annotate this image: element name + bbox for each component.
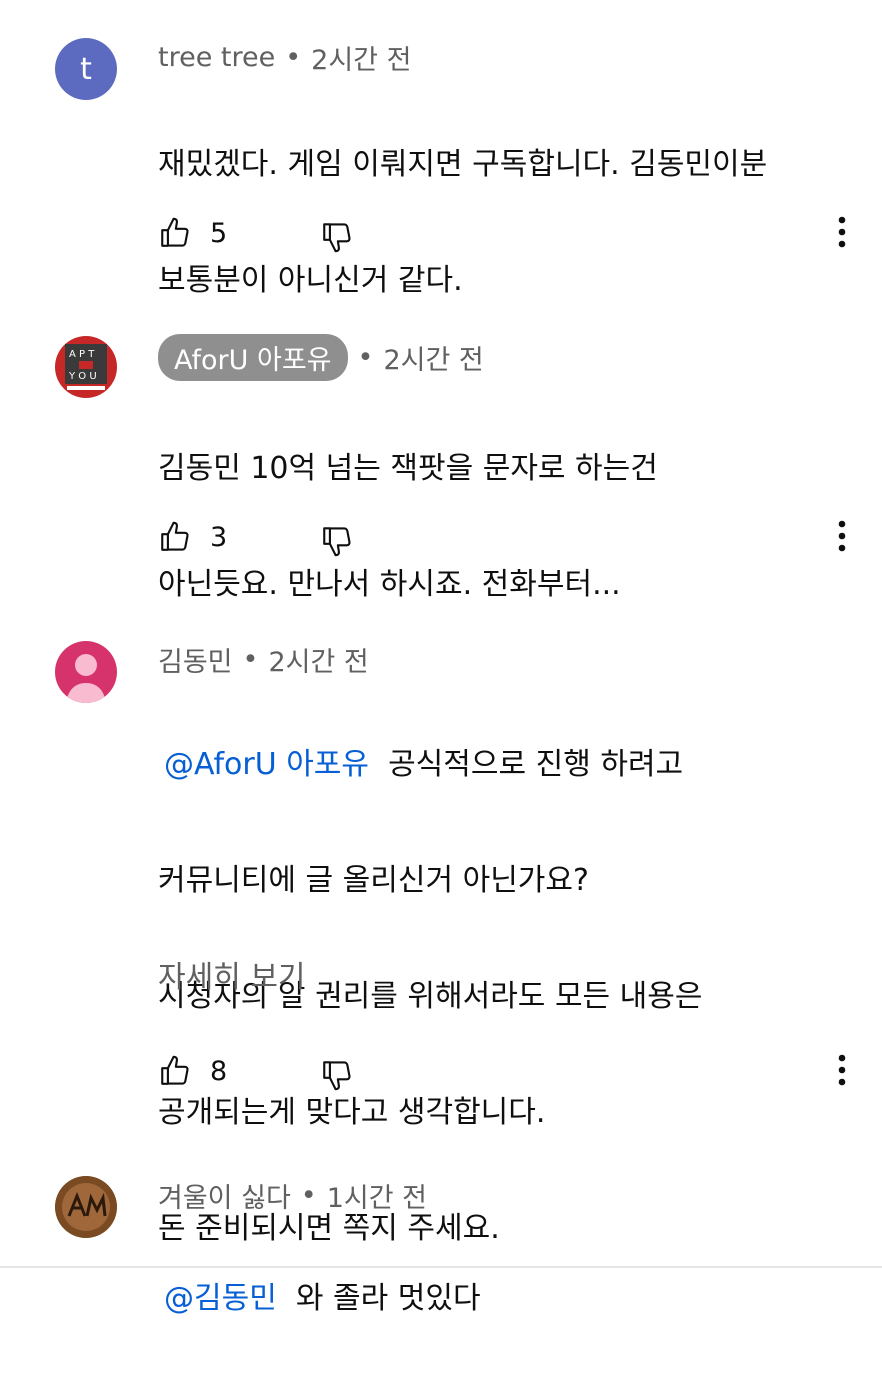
comment-line: 보통분이 아니신거 같다. bbox=[158, 263, 463, 298]
more-options-button[interactable] bbox=[836, 1050, 848, 1090]
thumbs-down-icon bbox=[320, 524, 354, 558]
dislike-button[interactable] bbox=[320, 524, 354, 558]
comment-line: 재밌겠다. 게임 이뤄지면 구독합니다. 김동민이분 bbox=[158, 147, 768, 182]
timestamp[interactable]: 1시간 전 bbox=[327, 1176, 427, 1215]
comment-line-rest: 와 졸라 멋있다 bbox=[276, 1281, 481, 1316]
like-count: 5 bbox=[210, 217, 228, 249]
dislike-button[interactable] bbox=[320, 1058, 354, 1092]
avatar-letter: t bbox=[80, 51, 92, 87]
avatar[interactable] bbox=[55, 641, 117, 703]
thumbs-up-icon bbox=[158, 520, 192, 554]
separator: • bbox=[242, 644, 259, 675]
mention-link[interactable]: @AforU 아포유 bbox=[164, 747, 369, 782]
comment-meta: AforU 아포유 • 2시간 전 bbox=[158, 334, 484, 381]
comment-line: @AforU 아포유 공식적으로 진행 하려고 bbox=[158, 736, 858, 794]
comment-line: 김동민 10억 넘는 잭팟을 문자로 하는건 bbox=[158, 451, 658, 486]
mention-link[interactable]: @김동민 bbox=[164, 1281, 277, 1316]
author-name[interactable]: 겨울이 싫다 bbox=[158, 1176, 291, 1215]
like-button[interactable]: 8 bbox=[158, 1054, 227, 1088]
comment-line: 아닌듯요. 만나서 하시죠. 전화부터... bbox=[158, 567, 621, 602]
timestamp[interactable]: 2시간 전 bbox=[268, 640, 368, 679]
comment-line: @김동민 와 졸라 멋있다 bbox=[158, 1270, 858, 1328]
comment-meta: 김동민 • 2시간 전 bbox=[158, 640, 369, 679]
author-name[interactable]: tree tree bbox=[158, 42, 275, 73]
timestamp[interactable]: 2시간 전 bbox=[311, 38, 411, 77]
like-count: 8 bbox=[210, 1055, 228, 1087]
thumbs-up-icon bbox=[158, 216, 192, 250]
like-button[interactable]: 3 bbox=[158, 520, 227, 554]
separator: • bbox=[300, 1180, 317, 1211]
avatar[interactable]: A P T Y O U bbox=[55, 336, 117, 398]
divider bbox=[0, 1266, 882, 1268]
comment-actions: 8 bbox=[158, 1054, 848, 1094]
comment-line-rest: 공식적으로 진행 하려고 bbox=[369, 747, 684, 782]
comment-meta: 겨울이 싫다 • 1시간 전 bbox=[158, 1176, 427, 1215]
thumbs-up-icon bbox=[158, 1054, 192, 1088]
comment-actions: 3 bbox=[158, 520, 848, 560]
thumbs-down-icon bbox=[320, 1058, 354, 1092]
comment-actions: 5 bbox=[158, 216, 848, 256]
more-options-button[interactable] bbox=[836, 516, 848, 556]
comment-line: 커뮤니티에 글 올리신거 아닌가요? bbox=[158, 863, 589, 898]
separator: • bbox=[285, 42, 302, 73]
avatar-logo-text: Y O U bbox=[68, 371, 97, 382]
author-name-chip[interactable]: AforU 아포유 bbox=[158, 334, 348, 381]
dislike-button[interactable] bbox=[320, 220, 354, 254]
avatar[interactable]: t bbox=[55, 38, 117, 100]
comment-text: @김동민 와 졸라 멋있다 bbox=[158, 1212, 858, 1386]
avatar-logo-text: A P T bbox=[69, 349, 95, 360]
thumbs-down-icon bbox=[320, 220, 354, 254]
more-options-button[interactable] bbox=[836, 212, 848, 252]
like-button[interactable]: 5 bbox=[158, 216, 227, 250]
more-vert-icon bbox=[836, 516, 848, 556]
read-more-link[interactable]: 자세히 보기 bbox=[158, 952, 306, 996]
author-name[interactable]: 김동민 bbox=[158, 640, 233, 679]
avatar[interactable] bbox=[55, 1176, 117, 1238]
separator: • bbox=[357, 342, 374, 373]
like-count: 3 bbox=[210, 521, 228, 553]
more-vert-icon bbox=[836, 1050, 848, 1090]
comment-meta: tree tree • 2시간 전 bbox=[158, 38, 411, 77]
timestamp[interactable]: 2시간 전 bbox=[383, 338, 483, 377]
more-vert-icon bbox=[836, 212, 848, 252]
